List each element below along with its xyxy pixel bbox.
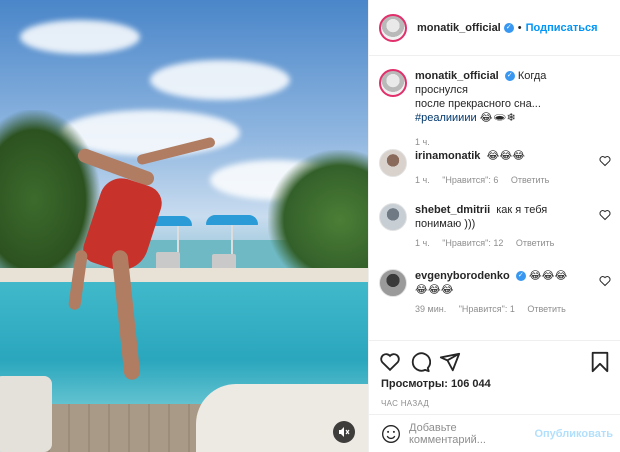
caption: monatik_official ✓ Когда проснулся после …: [379, 69, 611, 147]
verified-badge-icon: ✓: [503, 22, 514, 33]
mute-button[interactable]: [333, 421, 355, 443]
mute-icon: [339, 427, 350, 437]
post-media-video[interactable]: [0, 0, 368, 452]
verified-badge-icon: ✓: [504, 71, 515, 82]
emoji-icon[interactable]: [381, 424, 401, 444]
comment-item: shebet_dmitrii как я тебя понимаю ))) 1 …: [379, 203, 611, 248]
reply-button[interactable]: Ответить: [511, 175, 549, 185]
caption-author-avatar[interactable]: [379, 69, 407, 97]
caption-emojis: 😂🕳❄: [479, 112, 516, 124]
post-header: monatik_official ✓ • Подписаться: [369, 0, 620, 56]
share-icon[interactable]: [439, 351, 461, 373]
heart-icon[interactable]: [599, 209, 611, 221]
comment-text-line1: 😂😂😂: [528, 270, 568, 282]
commenter-avatar[interactable]: [379, 149, 407, 177]
commenter-avatar[interactable]: [379, 269, 407, 297]
verified-badge-icon: ✓: [515, 271, 526, 282]
comment-icon[interactable]: [409, 351, 431, 373]
bookmark-icon[interactable]: [589, 351, 611, 373]
post-timestamp[interactable]: ЧАС НАЗАД: [381, 399, 429, 408]
comment-input[interactable]: Добавьте комментарий...: [409, 422, 534, 446]
comment-item: irinamonatik 😂😂😂 1 ч. "Нравится": 6 Отве…: [379, 149, 611, 185]
caption-text-line2: после прекрасного сна...: [415, 98, 541, 110]
comment-likes[interactable]: "Нравится": 1: [459, 304, 515, 314]
comments-list[interactable]: monatik_official ✓ Когда проснулся после …: [369, 57, 620, 340]
pool-chair: [0, 376, 52, 452]
post-sidebar: monatik_official ✓ • Подписаться monatik…: [368, 0, 620, 452]
caption-hashtag[interactable]: #реалиииии: [415, 112, 477, 124]
comment-item: evgenyborodenko ✓ 😂😂😂 😂😂😂 39 мин. "Нравит…: [379, 269, 611, 314]
comment-author[interactable]: shebet_dmitrii: [415, 204, 490, 216]
publish-button[interactable]: Опубликовать: [534, 428, 613, 440]
comment-author[interactable]: evgenyborodenko: [415, 270, 510, 282]
comment-time[interactable]: 39 мин.: [415, 304, 446, 314]
heart-icon[interactable]: [599, 155, 611, 167]
author-avatar[interactable]: [379, 13, 407, 42]
sky-cloud: [150, 60, 290, 100]
heart-icon[interactable]: [379, 351, 401, 373]
comment-likes[interactable]: "Нравится": 6: [442, 175, 498, 185]
comment-composer: Добавьте комментарий... Опубликовать: [369, 414, 620, 452]
heart-icon[interactable]: [599, 275, 611, 287]
separator-dot: •: [517, 21, 522, 34]
comment-time[interactable]: 1 ч.: [415, 238, 430, 248]
author-username[interactable]: monatik_official: [417, 22, 501, 34]
follow-button[interactable]: Подписаться: [526, 22, 598, 34]
comment-author[interactable]: irinamonatik: [415, 150, 480, 162]
comment-text-line2: 😂😂😂: [415, 284, 454, 296]
reply-button[interactable]: Ответить: [516, 238, 554, 248]
diving-person: [66, 136, 226, 400]
wooden-deck: [30, 404, 210, 452]
comment-likes[interactable]: "Нравится": 12: [442, 238, 503, 248]
commenter-avatar[interactable]: [379, 203, 407, 231]
comment-time[interactable]: 1 ч.: [415, 175, 430, 185]
sky-cloud: [20, 20, 140, 54]
caption-time[interactable]: 1 ч.: [415, 137, 430, 147]
reply-button[interactable]: Ответить: [527, 304, 565, 314]
action-icons: [379, 351, 611, 373]
post-actions: Просмотры: 106 044 ЧАС НАЗАД: [369, 340, 620, 414]
comment-text: 😂😂😂: [486, 150, 526, 162]
caption-author[interactable]: monatik_official: [415, 70, 499, 82]
views-count[interactable]: Просмотры: 106 044: [381, 378, 491, 390]
